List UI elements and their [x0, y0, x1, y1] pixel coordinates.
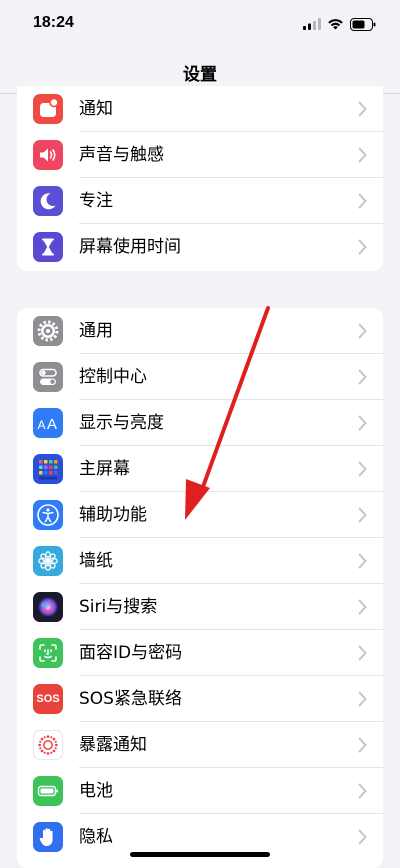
settings-row-face-id[interactable]: 面容ID与密码	[17, 630, 383, 676]
status-icons	[303, 15, 376, 33]
page-title: 设置	[183, 65, 217, 85]
settings-row-label: 通用	[79, 321, 113, 341]
chevron-right-icon	[358, 599, 367, 615]
settings-group-2: 通用 控制中心 A A 显示与亮度 主屏幕 辅助功能 墙纸 Siri与搜索 面容…	[17, 308, 383, 868]
settings-row-screen-time[interactable]: 屏幕使用时间	[17, 224, 383, 270]
chevron-right-icon	[358, 369, 367, 385]
chevron-right-icon	[358, 507, 367, 523]
settings-row-emergency-sos[interactable]: SOS SOS紧急联络	[17, 676, 383, 722]
text-size-icon: A A	[33, 408, 63, 438]
chevron-right-icon	[358, 737, 367, 753]
chevron-right-icon	[358, 193, 367, 209]
settings-row-label: 显示与亮度	[79, 413, 164, 433]
face-id-icon	[33, 638, 63, 668]
flower-icon	[33, 546, 63, 576]
chevron-right-icon	[358, 147, 367, 163]
moon-icon	[33, 186, 63, 216]
accessibility-icon	[33, 500, 63, 530]
settings-row-control-center[interactable]: 控制中心	[17, 354, 383, 400]
notification-icon	[33, 94, 63, 124]
cellular-signal-icon	[303, 18, 321, 30]
status-time: 18:24	[33, 14, 74, 31]
hourglass-icon	[33, 232, 63, 262]
chevron-right-icon	[358, 829, 367, 845]
settings-row-notifications[interactable]: 通知	[17, 86, 383, 132]
settings-row-label: 电池	[79, 781, 113, 801]
hand-icon	[33, 822, 63, 852]
settings-group-1: 通知 声音与触感 专注 屏幕使用时间	[17, 86, 383, 271]
siri-icon	[33, 592, 63, 622]
wifi-icon	[328, 19, 343, 30]
settings-row-wallpaper[interactable]: 墙纸	[17, 538, 383, 584]
chevron-right-icon	[358, 645, 367, 661]
settings-row-label: 隐私	[79, 827, 113, 847]
settings-row-exposure-notifications[interactable]: 暴露通知	[17, 722, 383, 768]
gear-icon	[33, 316, 63, 346]
speaker-icon	[33, 140, 63, 170]
settings-row-label: 屏幕使用时间	[79, 237, 181, 257]
chevron-right-icon	[358, 323, 367, 339]
settings-row-label: 暴露通知	[79, 735, 147, 755]
settings-row-general[interactable]: 通用	[17, 308, 383, 354]
home-grid-icon	[33, 454, 63, 484]
settings-row-label: Siri与搜索	[79, 597, 158, 617]
settings-row-label: SOS紧急联络	[79, 689, 182, 709]
chevron-right-icon	[358, 691, 367, 707]
settings-row-focus[interactable]: 专注	[17, 178, 383, 224]
toggle-icon	[33, 362, 63, 392]
settings-row-label: 声音与触感	[79, 145, 164, 165]
settings-row-label: 控制中心	[79, 367, 147, 387]
exposure-icon	[33, 730, 63, 760]
svg-text:A: A	[38, 418, 46, 432]
chevron-right-icon	[358, 101, 367, 117]
settings-row-label: 通知	[79, 99, 113, 119]
chevron-right-icon	[358, 239, 367, 255]
battery-icon	[33, 776, 63, 806]
settings-row-siri-search[interactable]: Siri与搜索	[17, 584, 383, 630]
settings-row-battery[interactable]: 电池	[17, 768, 383, 814]
sos-icon-text: SOS	[36, 693, 60, 705]
settings-row-accessibility[interactable]: 辅助功能	[17, 492, 383, 538]
settings-row-sounds-haptics[interactable]: 声音与触感	[17, 132, 383, 178]
settings-row-label: 专注	[79, 191, 113, 211]
status-bar: 18:24	[0, 0, 400, 50]
settings-row-home-screen[interactable]: 主屏幕	[17, 446, 383, 492]
settings-row-label: 主屏幕	[79, 459, 130, 479]
svg-text:A: A	[47, 416, 57, 433]
settings-row-label: 辅助功能	[79, 505, 147, 525]
sos-icon: SOS	[33, 684, 63, 714]
battery-status-icon	[350, 17, 376, 31]
chevron-right-icon	[358, 553, 367, 569]
settings-row-label: 墙纸	[79, 551, 113, 571]
chevron-right-icon	[358, 461, 367, 477]
chevron-right-icon	[358, 415, 367, 431]
chevron-right-icon	[358, 783, 367, 799]
settings-row-display-brightness[interactable]: A A 显示与亮度	[17, 400, 383, 446]
settings-row-label: 面容ID与密码	[79, 643, 183, 663]
home-indicator	[130, 852, 270, 857]
